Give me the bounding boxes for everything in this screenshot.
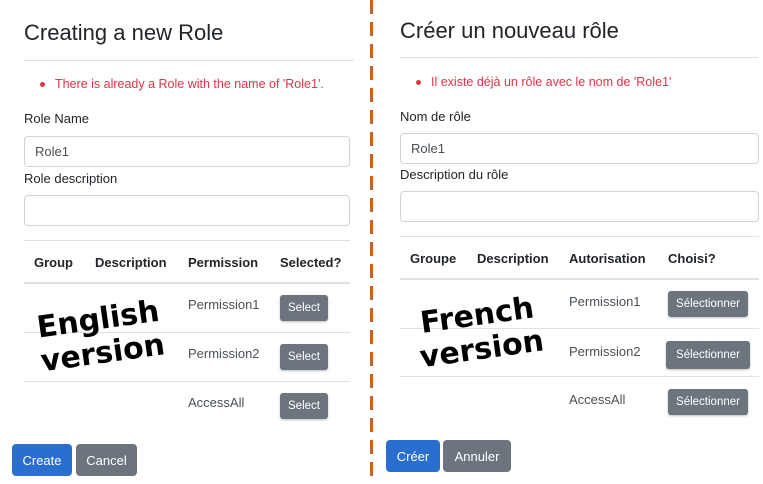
cancel-button[interactable]: Annuler (443, 440, 511, 472)
table-row-permission: Permission1 (569, 294, 641, 309)
table-row-permission: Permission2 (188, 346, 260, 361)
version-annotation: English version (34, 294, 167, 380)
table-row-border (24, 381, 350, 382)
page-title: Créer un nouveau rôle (400, 18, 619, 43)
create-button[interactable]: Create (12, 444, 72, 476)
role-description-input[interactable] (24, 195, 350, 226)
error-message: There is already a Role with the name of… (40, 77, 324, 91)
title-divider (24, 60, 354, 61)
role-name-input[interactable]: Role1 (24, 136, 350, 167)
select-button[interactable]: Sélectionner (666, 341, 750, 369)
table-row-permission: Permission1 (188, 297, 260, 312)
table-header-border (400, 278, 759, 280)
role-description-input[interactable] (400, 191, 759, 222)
title-divider (400, 57, 758, 58)
table-row-permission: AccessAll (569, 392, 626, 407)
version-annotation: French version (413, 290, 546, 375)
role-name-input[interactable]: Role1 (400, 133, 759, 164)
select-button[interactable]: Sélectionner (668, 291, 748, 317)
select-button[interactable]: Sélectionner (668, 389, 748, 415)
panel-divider (370, 0, 373, 484)
english-panel: Creating a new Role There is already a R… (0, 0, 370, 484)
select-button[interactable]: Select (280, 295, 328, 321)
column-header-permission: Autorisation (569, 251, 646, 266)
table-row-permission: Permission2 (569, 344, 641, 359)
role-description-label: Description du rôle (400, 167, 509, 182)
column-header-selected: Choisi? (668, 251, 716, 266)
error-message: Il existe déjà un rôle avec le nom de 'R… (416, 75, 671, 89)
table-top-border (400, 236, 759, 237)
create-button[interactable]: Créer (386, 440, 440, 472)
column-header-description: Description (477, 251, 549, 266)
error-text: There is already a Role with the name of… (55, 77, 324, 91)
table-top-border (24, 240, 350, 241)
french-panel: Créer un nouveau rôle Il existe déjà un … (375, 0, 763, 484)
table-row-border (400, 376, 759, 377)
table-row-permission: AccessAll (188, 395, 245, 410)
bullet-icon (40, 81, 45, 87)
column-header-permission: Permission (188, 255, 259, 270)
page-title: Creating a new Role (24, 20, 224, 45)
column-header-description: Description (95, 255, 167, 270)
role-name-label: Nom de rôle (400, 109, 471, 124)
cancel-button[interactable]: Cancel (76, 444, 137, 476)
bullet-icon (416, 79, 421, 85)
select-button[interactable]: Select (280, 344, 328, 370)
role-description-label: Role description (24, 171, 118, 186)
table-header-border (24, 282, 350, 284)
column-header-selected: Selected? (280, 255, 342, 270)
select-button[interactable]: Select (280, 393, 328, 419)
role-name-label: Role Name (24, 111, 90, 126)
error-text: Il existe déjà un rôle avec le nom de 'R… (431, 75, 672, 89)
column-header-group: Groupe (410, 251, 457, 266)
column-header-group: Group (34, 255, 73, 270)
